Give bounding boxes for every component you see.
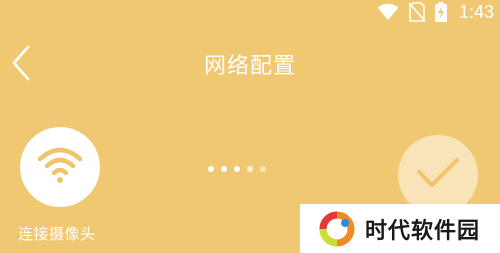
progress-dot <box>260 166 266 172</box>
progress-dot <box>247 166 253 172</box>
watermark-text: 时代软件园 <box>365 218 481 244</box>
step-connect-camera <box>20 127 100 207</box>
step-label-connect-camera: 连接摄像头 <box>18 225 96 243</box>
wifi-icon <box>377 3 399 21</box>
battery-charging-icon <box>434 2 447 22</box>
brand-logo-icon <box>317 209 357 249</box>
progress-dot <box>221 166 227 172</box>
progress-dots <box>208 166 266 172</box>
page-title: 网络配置 <box>203 54 296 79</box>
step-complete <box>398 135 478 215</box>
no-sim-icon <box>408 2 425 22</box>
status-icons: 1:43 <box>377 0 494 24</box>
wifi-icon <box>37 145 83 189</box>
status-bar: 1:43 <box>0 0 500 24</box>
status-time: 1:43 <box>458 2 494 22</box>
watermark: 时代软件园 <box>300 204 500 253</box>
progress-dot <box>234 166 240 172</box>
top-bar: 网络配置 <box>0 36 500 92</box>
checkmark-icon <box>416 156 460 194</box>
progress-dot <box>208 166 214 172</box>
